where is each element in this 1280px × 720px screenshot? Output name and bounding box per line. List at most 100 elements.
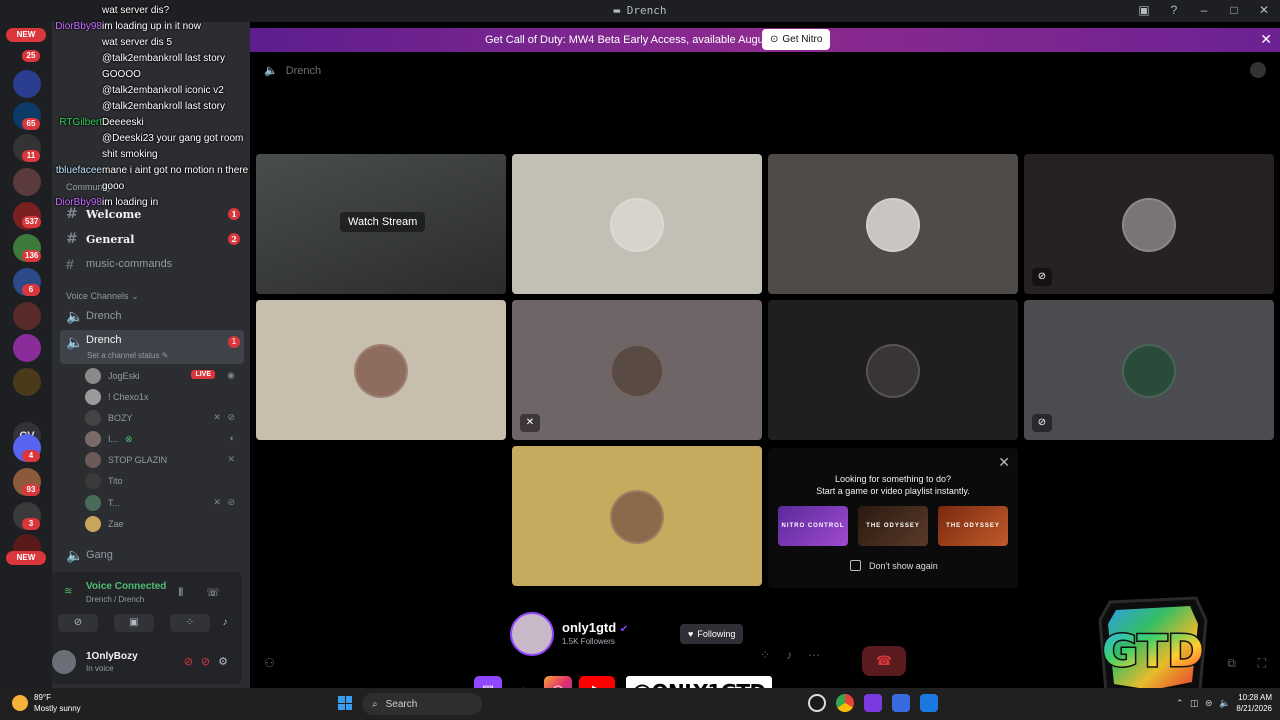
avatar [85,410,101,426]
headphones-muted-icon[interactable]: ⊘ [201,656,218,668]
voice-user[interactable]: JogEski LIVE ◉ [85,366,241,386]
system-clock[interactable]: 10:28 AM 8/21/2026 [1236,692,1272,714]
dont-show-checkbox[interactable] [850,560,861,571]
chat-username: DiorBby98 [55,197,102,208]
channel-label: Drench [86,334,122,346]
activities-button[interactable]: ⁘ [170,614,210,632]
user-status: In voice [86,664,114,673]
disconnect-icon[interactable]: ⦀ ☏ [178,586,230,600]
activities-icon[interactable]: ⁘ [760,648,770,662]
channel-status-prompt[interactable]: Set a channel status ✎ [87,351,168,360]
avatar [85,495,101,511]
app-icon[interactable] [864,694,882,712]
gear-icon[interactable]: ⚙ [218,656,236,668]
fullscreen-icon[interactable]: ⛶ [1258,656,1266,671]
nitro-banner: Get Call of Duty: MW4 Beta Early Access,… [250,28,1280,52]
deafened-icon: ⊘ [1032,414,1052,432]
stage-channel-name: Drench [285,64,322,77]
get-nitro-button[interactable]: ⊙ Get Nitro [762,29,831,50]
voice-user[interactable]: ! Chexo1x [85,387,241,407]
avatar [1122,344,1176,398]
channel-general[interactable]: # General 2 [60,227,244,251]
chrome-icon[interactable] [836,694,854,712]
server-icon[interactable] [13,368,41,396]
participant-tile[interactable] [512,446,762,586]
voice-user-name: BOZY [108,413,133,423]
voice-user-name: Zae [108,519,124,529]
help-icon[interactable]: ? [1166,3,1182,17]
participant-tile[interactable] [768,154,1018,294]
new-pill-bottom[interactable]: NEW [6,551,46,565]
close-button[interactable]: ✕ [1256,3,1272,17]
windows-start-icon[interactable] [338,696,352,710]
stream-tile[interactable]: Watch Stream [256,154,506,294]
chat-username: RTGilbert [59,117,102,128]
chat-message: GOOOO [102,69,141,80]
inbox-icon[interactable]: ▣ [1136,3,1152,17]
avatar [85,431,101,447]
voice-channel-drench[interactable]: 🔈 Drench [60,304,244,328]
chat-message: mane i aint got no motion n there fr [102,165,258,176]
close-icon[interactable]: ✕ [998,454,1010,471]
soundboard-button[interactable]: ♪ [212,614,238,632]
invite-icon[interactable]: ⚇ [264,656,275,670]
voice-channel-gang[interactable]: 🔈 Gang [60,543,244,567]
mic-muted-icon[interactable]: ⊘ [184,656,201,668]
activity-card[interactable]: THE ODYSSEY [858,506,928,546]
participant-tile[interactable] [768,300,1018,440]
participant-tile[interactable]: ⊘ [1024,154,1274,294]
watch-stream-button[interactable]: Watch Stream [340,212,426,232]
banner-close-icon[interactable]: ✕ [1260,31,1272,48]
participant-tile[interactable] [512,154,762,294]
stage-header: 🔈 Drench [264,64,322,78]
voice-user[interactable]: STOP GLAZIN ✕ [85,450,241,470]
dont-show-again[interactable]: Don't show again [850,560,938,571]
participant-tile[interactable]: ✕ [512,300,762,440]
channel-music-commands[interactable]: # music-commands [60,252,244,276]
participant-tile[interactable] [256,300,506,440]
voice-user[interactable]: Tito [85,471,241,491]
nitro-icon: ⊙ [770,34,779,45]
camera-button[interactable]: ⊘ [58,614,98,632]
screen-share-button[interactable]: ▣ [114,614,154,632]
app-icon[interactable] [920,694,938,712]
voice-channel-drench-active[interactable]: 🔈 Drench 1 Set a channel status ✎ [60,330,244,364]
voice-location[interactable]: Drench / Drench [86,595,144,604]
signal-icon[interactable]: ≋ [64,586,76,598]
voice-user[interactable]: I... ⊗ ◐ [85,429,241,449]
suggestion-title: Looking for something to do? [834,474,952,484]
server-icon[interactable] [13,334,41,362]
voice-user[interactable]: BOZY ✕ ⊘ [85,408,241,428]
server-icon[interactable] [13,302,41,330]
avatar [610,490,664,544]
activity-card[interactable]: THE ODYSSEY [938,506,1008,546]
activity-card[interactable]: NITRO CONTROL [778,506,848,546]
following-button[interactable]: ♥ Following [680,624,744,644]
weather-widget[interactable]: 89°F Mostly sunny [12,692,81,714]
chat-message: @talk2embankroll last story [102,101,225,112]
more-icon[interactable]: ⋯ [808,648,820,662]
avatar[interactable] [52,650,76,674]
server-badge: 93 [22,484,40,496]
tray-icons[interactable]: ⌃ ◫ ⊜ 🔈 [1176,698,1232,709]
app-icon[interactable] [808,694,826,712]
chat-message: wat server dis? [102,5,170,16]
soundboard-icon[interactable]: ♪ [786,648,792,662]
voice-user[interactable]: Zae [85,514,241,534]
chat-message: @talk2embankroll iconic v2 [102,85,224,96]
chat-line: DiorBby98 im loading up in it now [0,20,270,34]
maximize-button[interactable]: □ [1226,3,1242,17]
voice-user[interactable]: T... ✕ ⊘ [85,493,241,513]
category-voice-channels[interactable]: Voice Channels ⌄ [66,291,139,302]
avatar [85,389,101,405]
chat-line: @talk2embankroll last story [0,100,270,114]
avatar [866,198,920,252]
avatar[interactable] [1250,62,1266,78]
deafened-icon: ⊘ [1032,268,1052,286]
settings-icon[interactable] [892,694,910,712]
hang-up-button[interactable]: ☎ [862,646,906,676]
minimize-button[interactable]: – [1196,3,1212,17]
participant-tile[interactable]: ⊘ [1024,300,1274,440]
popout-icon[interactable]: ⧉ [1227,656,1236,671]
taskbar-search[interactable]: ⌕ Search [362,693,482,715]
